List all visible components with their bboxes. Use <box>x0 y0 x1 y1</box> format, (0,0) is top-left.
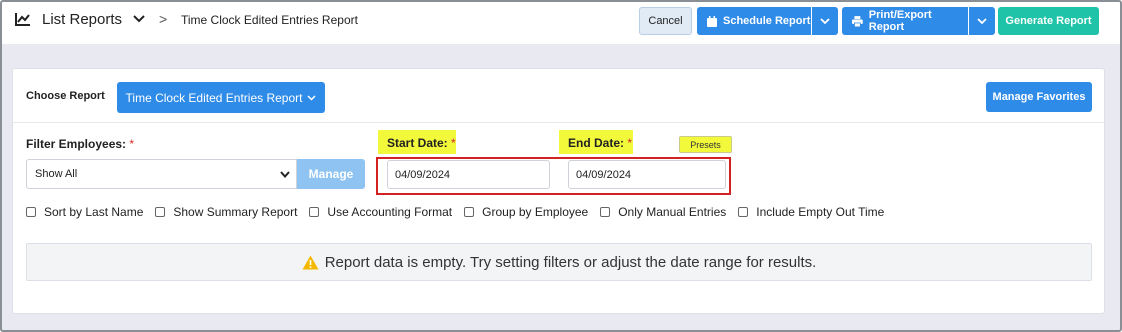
required-mark: * <box>627 136 633 150</box>
printer-icon <box>852 15 863 27</box>
option-sort-by-last-name[interactable]: Sort by Last Name <box>26 205 143 219</box>
required-mark: * <box>451 136 456 150</box>
schedule-report-button[interactable]: Schedule Report <box>697 7 811 35</box>
print-export-button[interactable]: Print/Export Report <box>842 7 968 35</box>
report-selector-label: Time Clock Edited Entries Report <box>125 90 303 105</box>
app-window: List Reports > Time Clock Edited Entries… <box>0 0 1122 332</box>
breadcrumb-separator: > <box>159 11 168 27</box>
option-label: Group by Employee <box>482 205 589 219</box>
checkbox[interactable] <box>155 207 166 217</box>
chevron-down-icon[interactable] <box>133 15 145 23</box>
option-label: Include Empty Out Time <box>756 205 885 219</box>
manage-favorites-button[interactable]: Manage Favorites <box>986 82 1092 112</box>
start-date-text: Start Date: <box>387 136 448 150</box>
empty-report-text: Report data is empty. Try setting filter… <box>324 253 817 271</box>
end-date-input[interactable]: 04/09/2024 <box>568 160 726 189</box>
schedule-report-dropdown[interactable] <box>812 7 838 35</box>
presets-button[interactable]: Presets <box>679 136 732 153</box>
chevron-down-icon <box>977 18 987 24</box>
option-label: Sort by Last Name <box>44 205 144 219</box>
chevron-down-icon <box>280 171 290 178</box>
report-card: Choose Report Time Clock Edited Entries … <box>12 68 1105 314</box>
breadcrumb: Time Clock Edited Entries Report <box>181 13 358 27</box>
option-use-accounting-format[interactable]: Use Accounting Format <box>309 205 452 219</box>
top-bar: List Reports > Time Clock Edited Entries… <box>2 2 1120 44</box>
schedule-report-label: Schedule Report <box>723 15 811 27</box>
end-date-label: End Date: * <box>559 130 633 154</box>
checkbox[interactable] <box>738 207 749 217</box>
end-date-text: End Date: <box>568 136 625 150</box>
filter-employees-text: Filter Employees: <box>26 137 127 151</box>
option-label: Use Accounting Format <box>327 205 453 219</box>
option-show-summary-report[interactable]: Show Summary Report <box>155 205 297 219</box>
manage-employees-button[interactable]: Manage <box>297 159 365 189</box>
report-selector[interactable]: Time Clock Edited Entries Report <box>117 82 325 113</box>
generate-report-button[interactable]: Generate Report <box>998 7 1099 35</box>
cancel-button[interactable]: Cancel <box>639 7 692 35</box>
chart-line-icon <box>15 13 30 26</box>
divider <box>13 122 1104 123</box>
chevron-down-icon <box>307 94 316 101</box>
checkbox[interactable] <box>600 207 611 217</box>
start-date-label: Start Date: * <box>378 130 456 154</box>
filter-employees-label: Filter Employees: * <box>26 137 134 151</box>
start-date-input[interactable]: 04/09/2024 <box>387 160 550 189</box>
choose-report-label: Choose Report <box>26 90 105 102</box>
employee-filter-value: Show All <box>35 168 78 180</box>
option-include-empty-out-time[interactable]: Include Empty Out Time <box>738 205 884 219</box>
required-mark: * <box>129 137 135 151</box>
list-reports-menu[interactable]: List Reports <box>42 11 122 28</box>
print-export-label: Print/Export Report <box>868 9 932 33</box>
warning-triangle-icon <box>302 255 319 269</box>
checkbox[interactable] <box>26 207 36 217</box>
option-label: Show Summary Report <box>173 205 298 219</box>
option-group-by-employee[interactable]: Group by Employee <box>464 205 588 219</box>
empty-report-message: Report data is empty. Try setting filter… <box>26 243 1092 281</box>
calendar-icon <box>707 15 717 27</box>
chevron-down-icon <box>820 18 830 24</box>
option-label: Only Manual Entries <box>618 205 727 219</box>
report-options: Sort by Last Name Show Summary Report Us… <box>26 205 896 219</box>
option-only-manual-entries[interactable]: Only Manual Entries <box>600 205 726 219</box>
employee-filter-select[interactable]: Show All <box>26 159 297 189</box>
checkbox[interactable] <box>309 207 320 217</box>
print-export-dropdown[interactable] <box>969 7 995 35</box>
checkbox[interactable] <box>464 207 475 217</box>
